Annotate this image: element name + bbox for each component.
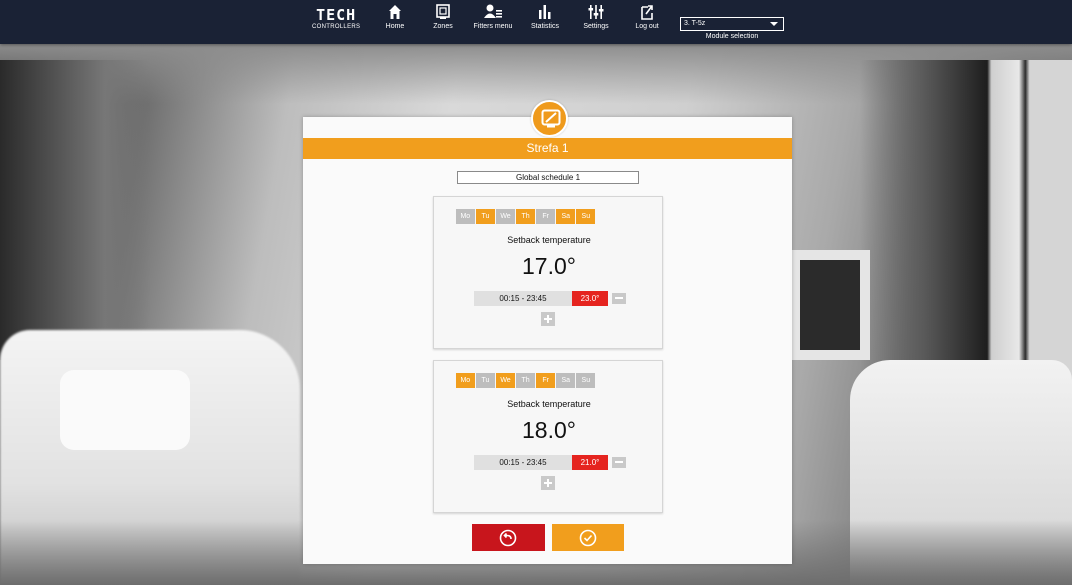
settings-icon (588, 5, 604, 19)
nav-fitters-menu[interactable]: Fitters menu (472, 4, 514, 42)
nav-log-out[interactable]: Log out (633, 4, 661, 42)
global-schedule-select[interactable]: Global schedule 1 (457, 171, 639, 184)
fitters-menu-icon (484, 4, 502, 18)
day-mo[interactable]: Mo (456, 373, 475, 388)
time-interval[interactable]: 00:15 - 23:45 (474, 291, 572, 306)
module-selected-value: 3. T-5z (684, 20, 706, 27)
day-fr[interactable]: Fr (536, 209, 555, 224)
logout-icon (641, 5, 653, 20)
day-sa[interactable]: Sa (556, 373, 576, 388)
nav-zones-label: Zones (433, 23, 453, 30)
back-button[interactable] (472, 524, 545, 551)
remove-interval-button[interactable] (612, 293, 626, 304)
setback-temperature-label: Setback temperature (507, 399, 591, 409)
day-selector: Mo Tu We Th Fr Sa Su (456, 373, 597, 388)
zones-icon (436, 4, 450, 19)
nav-settings[interactable]: Settings (581, 4, 611, 42)
day-su[interactable]: Su (576, 209, 596, 224)
day-su[interactable]: Su (576, 373, 596, 388)
module-selection-label: Module selection (705, 33, 759, 40)
nav-home-label: Home (385, 23, 405, 30)
nav-fitters-menu-label: Fitters menu (473, 23, 513, 30)
day-we[interactable]: We (496, 209, 515, 224)
home-icon (389, 5, 401, 19)
add-interval-button[interactable] (541, 476, 555, 490)
day-tu[interactable]: Tu (476, 209, 495, 224)
day-th[interactable]: Th (516, 209, 535, 224)
setback-temperature-value[interactable]: 17.0° (434, 253, 664, 280)
panel-title: Strefa 1 (303, 138, 792, 159)
top-navigation-bar: TECH CONTROLLERS Home Zones Fitters menu… (0, 0, 1072, 44)
day-mo[interactable]: Mo (456, 209, 475, 224)
module-selection-dropdown[interactable]: 3. T-5z (680, 17, 784, 31)
statistics-icon (539, 5, 551, 19)
interval-temperature[interactable]: 23.0° (572, 291, 608, 306)
day-sa[interactable]: Sa (556, 209, 576, 224)
nav-statistics[interactable]: Statistics (528, 4, 562, 42)
interval-temperature[interactable]: 21.0° (572, 455, 608, 470)
day-selector: Mo Tu We Th Fr Sa Su (456, 209, 597, 224)
day-tu[interactable]: Tu (476, 373, 495, 388)
day-th[interactable]: Th (516, 373, 535, 388)
check-circle-icon (579, 529, 597, 547)
nav-log-out-label: Log out (635, 23, 659, 30)
day-fr[interactable]: Fr (536, 373, 555, 388)
nav-settings-label: Settings (583, 23, 609, 30)
nav-zones[interactable]: Zones (432, 4, 454, 42)
add-interval-button[interactable] (541, 312, 555, 326)
remove-interval-button[interactable] (612, 457, 626, 468)
schedule-card-1: Mo Tu We Th Fr Sa Su Setback temperature… (433, 196, 663, 349)
time-interval[interactable]: 00:15 - 23:45 (474, 455, 572, 470)
confirm-button[interactable] (552, 524, 624, 551)
schedule-screen-icon (531, 100, 568, 137)
tech-controllers-logo[interactable]: TECH CONTROLLERS (312, 8, 360, 31)
schedule-card-2: Mo Tu We Th Fr Sa Su Setback temperature… (433, 360, 663, 513)
nav-statistics-label: Statistics (530, 23, 559, 30)
day-we[interactable]: We (496, 373, 515, 388)
back-arrow-icon (499, 529, 517, 547)
nav-home[interactable]: Home (384, 4, 406, 42)
chevron-down-icon (770, 22, 778, 26)
setback-temperature-value[interactable]: 18.0° (434, 417, 664, 444)
setback-temperature-label: Setback temperature (507, 235, 591, 245)
